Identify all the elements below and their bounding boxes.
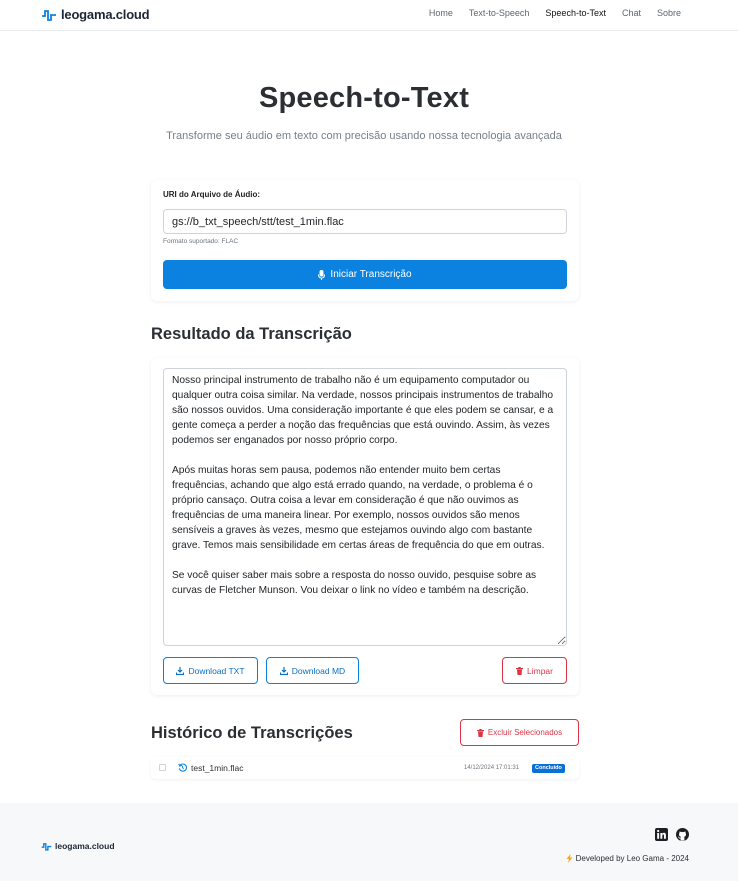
start-transcription-label: Iniciar Transcrição <box>330 269 412 280</box>
status-badge: Concluído <box>532 764 565 773</box>
result-card: Nosso principal instrumento de trabalho … <box>151 358 579 695</box>
history-row-checkbox[interactable] <box>159 764 166 771</box>
upload-card: URI do Arquivo de Áudio: Formato suporta… <box>151 180 579 301</box>
microphone-icon <box>318 269 326 280</box>
trash-icon <box>516 666 523 675</box>
page-title: Speech-to-Text <box>258 82 470 114</box>
download-txt-label: Download TXT <box>188 665 245 676</box>
history-restore-icon[interactable] <box>178 763 187 772</box>
start-transcription-button[interactable]: Iniciar Transcrição <box>163 260 567 289</box>
nav-link-speech-to-text[interactable]: Speech-to-Text <box>545 8 606 18</box>
brand-name: leogama.cloud <box>61 7 150 22</box>
result-section-title: Resultado da Transcrição <box>151 325 352 343</box>
history-section-title: Histórico de Transcrições <box>151 724 353 742</box>
history-row[interactable]: test_1min.flac 14/12/2024 17:01:31 Concl… <box>151 757 579 779</box>
transcription-textarea[interactable]: Nosso principal instrumento de trabalho … <box>163 368 567 646</box>
page-subtitle: Transforme seu áudio em texto com precis… <box>166 130 562 142</box>
clear-button[interactable]: Limpar <box>502 657 567 684</box>
download-icon <box>279 666 288 675</box>
waveform-logo-icon <box>42 9 56 21</box>
github-icon[interactable] <box>676 828 689 841</box>
audio-uri-input[interactable] <box>163 209 567 234</box>
developer-credit-text: Developed by Leo Gama - 2024 <box>575 854 689 863</box>
nav-menu: Home Text-to-Speech Speech-to-Text Chat … <box>429 8 681 18</box>
nav-link-chat[interactable]: Chat <box>622 8 641 18</box>
linkedin-icon[interactable] <box>655 828 668 841</box>
download-icon <box>176 666 185 675</box>
transcript-paragraph: Nosso principal instrumento de trabalho … <box>172 375 554 446</box>
social-links <box>655 828 689 841</box>
nav-link-sobre[interactable]: Sobre <box>657 8 681 18</box>
uri-field-label: URI do Arquivo de Áudio: <box>163 190 261 199</box>
nav-link-home[interactable]: Home <box>429 8 453 18</box>
clear-label: Limpar <box>527 665 553 676</box>
format-help-text: Formato suportado: FLAC <box>163 238 239 245</box>
transcript-paragraph: Após muitas horas sem pausa, podemos não… <box>172 465 545 551</box>
delete-selected-label: Excluir Selecionados <box>487 728 563 737</box>
nav-link-text-to-speech[interactable]: Text-to-Speech <box>469 8 530 18</box>
brand-link[interactable]: leogama.cloud <box>41 7 150 22</box>
lightning-icon <box>566 854 573 863</box>
footer: leogama.cloud Developed by Leo Gama - 20… <box>0 803 738 881</box>
download-txt-button[interactable]: Download TXT <box>163 657 258 684</box>
history-file-name: test_1min.flac <box>191 763 244 773</box>
waveform-logo-icon <box>41 842 52 851</box>
footer-brand-link[interactable]: leogama.cloud <box>41 841 115 851</box>
download-md-label: Download MD <box>291 665 346 676</box>
navbar: leogama.cloud Home Text-to-Speech Speech… <box>0 0 738 31</box>
footer-brand-name: leogama.cloud <box>55 841 115 851</box>
transcript-paragraph: Se você quiser saber mais sobre a respos… <box>172 570 537 596</box>
delete-selected-button[interactable]: Excluir Selecionados <box>460 719 579 746</box>
developer-credit: Developed by Leo Gama - 2024 <box>566 854 689 863</box>
download-md-button[interactable]: Download MD <box>266 657 359 684</box>
history-timestamp: 14/12/2024 17:01:31 <box>464 765 520 771</box>
trash-icon <box>476 728 484 737</box>
